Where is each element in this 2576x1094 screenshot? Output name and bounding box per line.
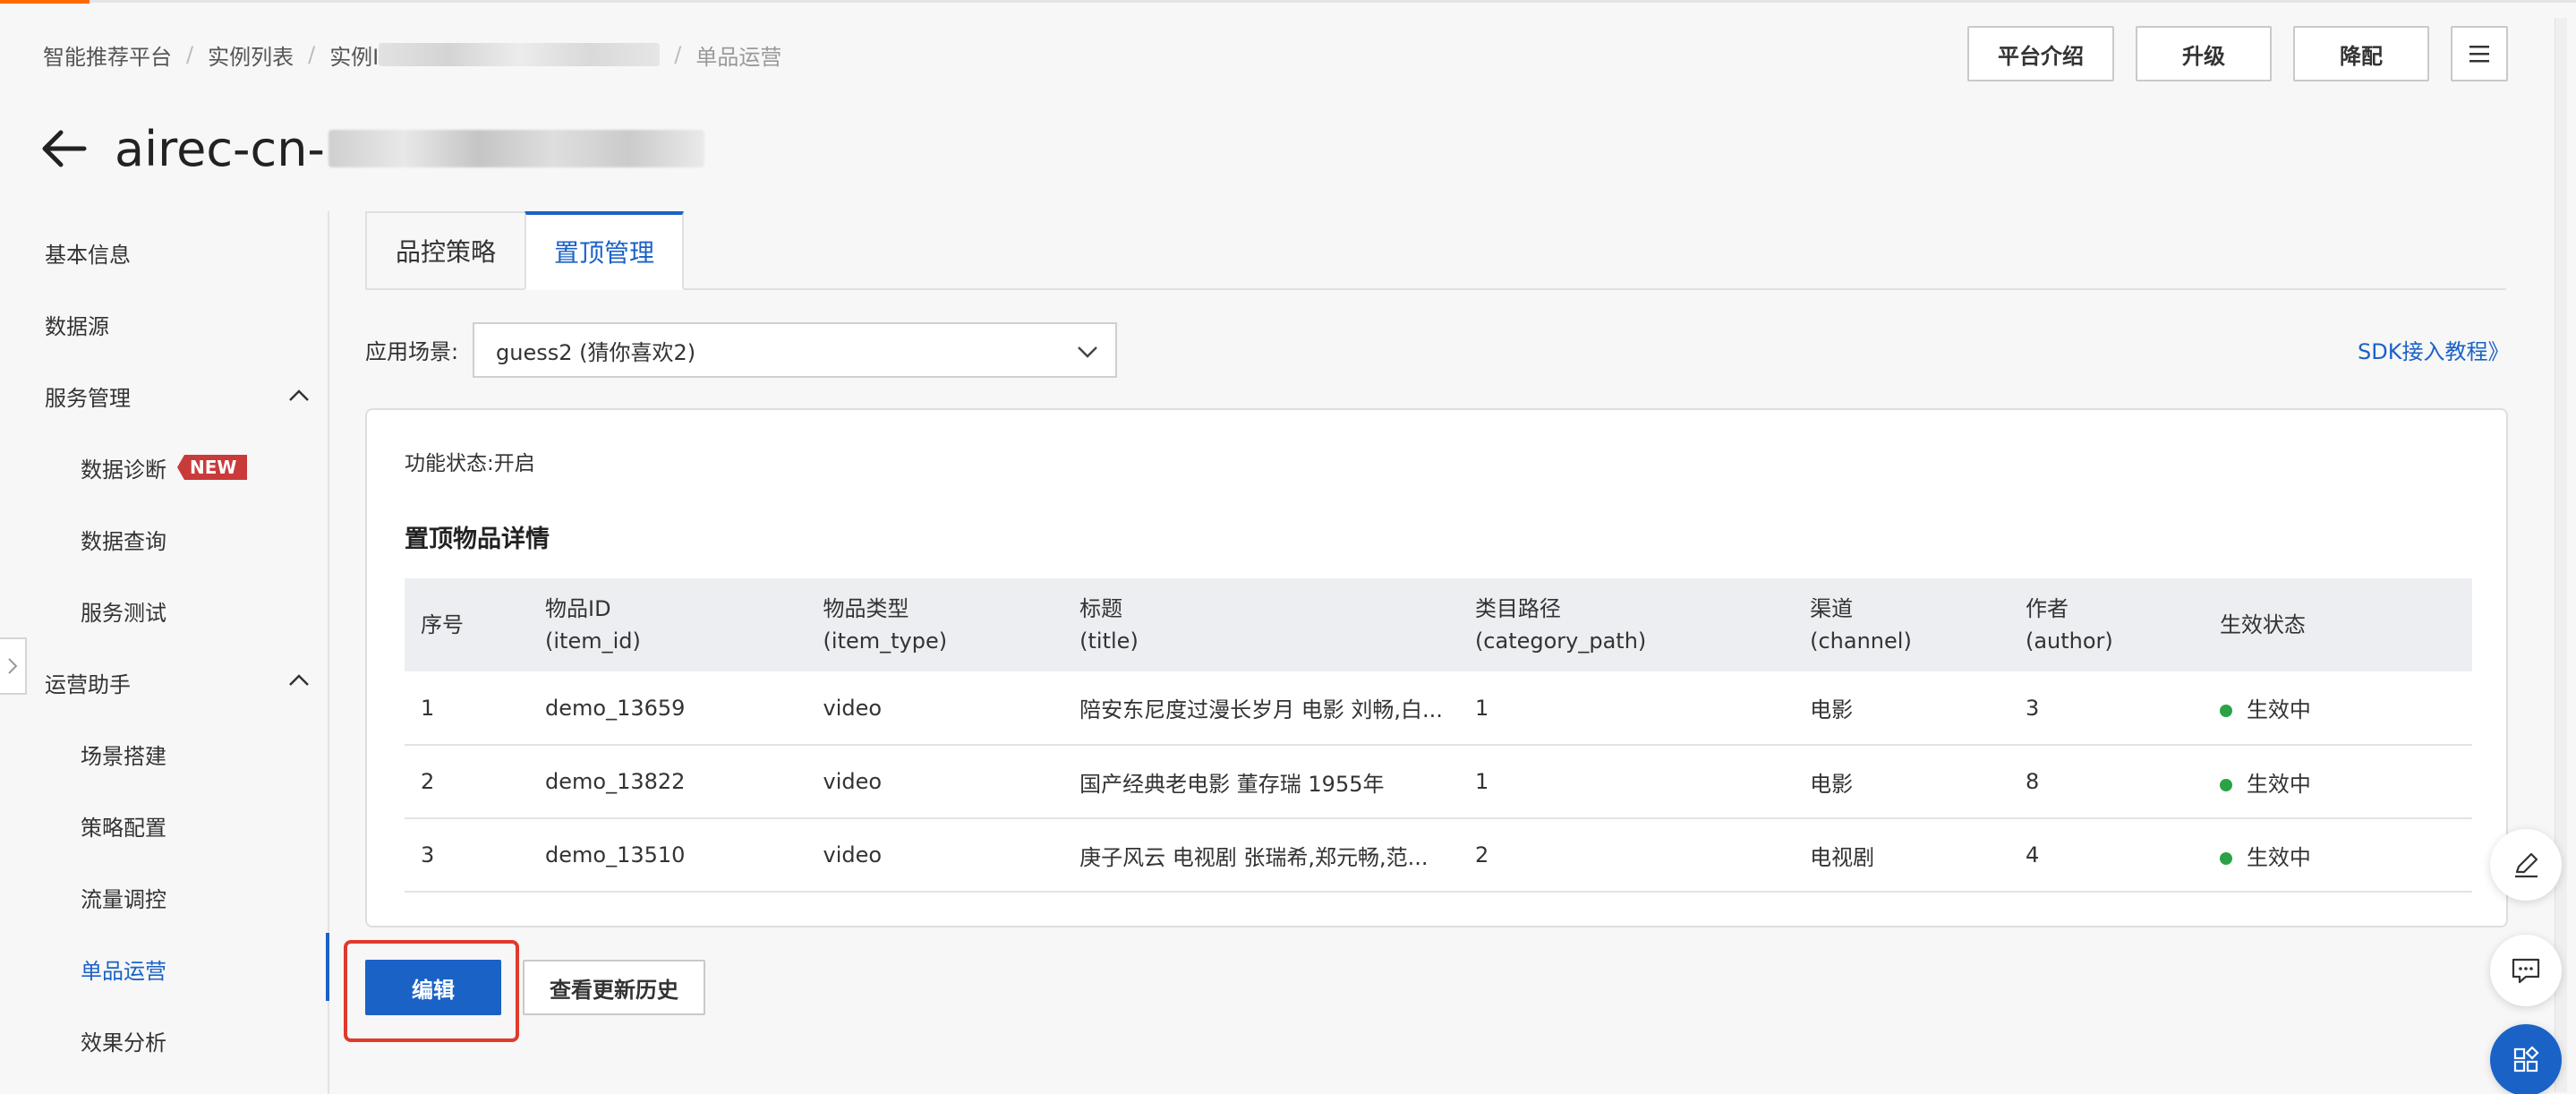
edit-feedback-button[interactable] <box>2490 829 2562 901</box>
sidebar-item-data-diagnosis[interactable]: 数据诊断 NEW <box>81 449 248 485</box>
sidebar-collapse-toggle[interactable] <box>0 637 27 695</box>
chat-bubble-icon <box>2512 958 2540 984</box>
breadcrumb-current: 单品运营 <box>695 44 782 70</box>
cell-channel: 电影 <box>1794 745 2009 819</box>
column-header: 渠道 (channel) <box>1794 578 2009 671</box>
top-border <box>90 0 2576 3</box>
table-row: 3 demo_13510 video 庚子风云 电视剧 张瑞希,郑元畅,范...… <box>405 818 2472 893</box>
sidebar-item-ops-assistant[interactable]: 运营助手 <box>45 664 131 700</box>
cell-author: 3 <box>2009 671 2204 746</box>
breadcrumb-separator: / <box>308 42 316 67</box>
cell-channel: 电视剧 <box>1794 818 2009 893</box>
pencil-icon <box>2515 852 2538 878</box>
sidebar-item-service-test[interactable]: 服务测试 <box>81 593 166 628</box>
pin-detail-panel: 功能状态:开启 置顶物品详情 序号 物品ID (item_id) 物品类型 (ite… <box>365 408 2508 927</box>
redacted-title <box>328 130 704 167</box>
sidebar-item-service-mgmt[interactable]: 服务管理 <box>45 378 131 414</box>
cell-index: 3 <box>405 818 530 893</box>
cell-author: 8 <box>2009 745 2204 819</box>
section-title: 置顶物品详情 <box>405 526 550 553</box>
sidebar-item-strategy-config[interactable]: 策略配置 <box>81 808 166 843</box>
top-accent-bar <box>0 0 90 4</box>
cell-status: 生效中 <box>2203 818 2472 893</box>
cell-title: 国产经典老电影 董存瑞 1955年 <box>1063 745 1459 819</box>
cell-title: 庚子风云 电视剧 张瑞希,郑元畅,范... <box>1063 818 1459 893</box>
sidebar-item-traffic-control[interactable]: 流量调控 <box>81 879 166 915</box>
cell-index: 1 <box>405 671 530 746</box>
breadcrumb-instance-list[interactable]: 实例列表 <box>208 39 294 71</box>
column-header: 序号 <box>405 578 530 671</box>
cell-status: 生效中 <box>2203 745 2472 819</box>
cell-item-type: video <box>806 671 1064 746</box>
downgrade-button[interactable]: 降配 <box>2293 26 2429 81</box>
breadcrumb-separator: / <box>674 42 682 67</box>
sidebar-item-single-item-ops[interactable]: 单品运营 <box>81 951 166 987</box>
breadcrumb-separator: / <box>186 42 194 67</box>
cell-category-path: 2 <box>1458 818 1795 893</box>
column-header: 作者 (author) <box>2009 578 2204 671</box>
platform-intro-button[interactable]: 平台介绍 <box>1967 26 2114 81</box>
new-badge: NEW <box>177 455 248 480</box>
sidebar-active-indicator <box>326 933 329 1001</box>
back-arrow-icon[interactable] <box>39 125 90 172</box>
cell-item-id: demo_13659 <box>529 671 807 746</box>
cell-item-id: demo_13510 <box>529 818 807 893</box>
sidebar-item-datasource[interactable]: 数据源 <box>45 306 109 342</box>
page-scrollbar[interactable] <box>2555 18 2567 1092</box>
column-header: 类目路径 (category_path) <box>1458 578 1795 671</box>
cell-category-path: 1 <box>1458 745 1795 819</box>
cell-item-id: demo_13822 <box>529 745 807 819</box>
chat-button[interactable] <box>2490 935 2562 1006</box>
sidebar-item-scene-build[interactable]: 场景搭建 <box>81 736 166 772</box>
pinned-items-table: 序号 物品ID (item_id) 物品类型 (item_type) 标题 (titl… <box>405 578 2472 893</box>
view-history-button[interactable]: 查看更新历史 <box>523 960 705 1015</box>
tab-quality-control[interactable]: 品控策略 <box>365 211 526 290</box>
sidebar-item-basic-info[interactable]: 基本信息 <box>45 235 131 270</box>
cell-title: 陪安东尼度过漫长岁月 电影 刘畅,白... <box>1063 671 1459 746</box>
status-dot-icon <box>2219 778 2232 791</box>
breadcrumb-platform[interactable]: 智能推荐平台 <box>43 39 172 71</box>
breadcrumb-instance[interactable]: 实例I <box>329 39 379 71</box>
menu-button[interactable] <box>2451 26 2508 81</box>
column-header: 物品类型 (item_type) <box>806 578 1064 671</box>
tabs-baseline <box>365 288 2506 290</box>
cell-channel: 电影 <box>1794 671 2009 746</box>
scene-select-value: guess2 (猜你喜欢2) <box>496 339 696 365</box>
sidebar-item-label: 数据诊断 <box>81 457 166 483</box>
cell-index: 2 <box>405 745 530 819</box>
upgrade-button[interactable]: 升级 <box>2136 26 2272 81</box>
page-title: airec-cn- <box>115 115 704 183</box>
edit-button[interactable]: 编辑 <box>365 960 501 1015</box>
apps-grid-icon <box>2513 1046 2539 1073</box>
table-row: 2 demo_13822 video 国产经典老电影 董存瑞 1955年 1 电… <box>405 745 2472 819</box>
menu-icon <box>2469 46 2489 63</box>
cell-item-type: video <box>806 745 1064 819</box>
instance-title: airec-cn- <box>115 120 325 177</box>
table-header-row: 序号 物品ID (item_id) 物品类型 (item_type) 标题 (titl… <box>405 578 2472 671</box>
chevron-right-icon <box>8 658 18 674</box>
sdk-tutorial-link[interactable]: SDK接入教程》 <box>2358 331 2509 367</box>
cell-author: 4 <box>2009 818 2204 893</box>
tab-pin-management[interactable]: 置顶管理 <box>525 211 684 290</box>
breadcrumb: 智能推荐平台 / 实例列表 / 实例I / 单品运营 <box>43 39 781 70</box>
table-row: 1 demo_13659 video 陪安东尼度过漫长岁月 电影 刘畅,白...… <box>405 671 2472 746</box>
chevron-down-icon <box>1078 346 1097 358</box>
function-status: 功能状态:开启 <box>405 452 535 475</box>
sidebar-item-effect-analysis[interactable]: 效果分析 <box>81 1022 166 1058</box>
scene-label: 应用场景: <box>365 338 459 364</box>
column-header: 生效状态 <box>2203 578 2472 671</box>
redacted-instance-id <box>379 43 661 66</box>
cell-category-path: 1 <box>1458 671 1795 746</box>
column-header: 标题 (title) <box>1063 578 1459 671</box>
cell-status: 生效中 <box>2203 671 2472 746</box>
status-dot-icon <box>2219 851 2232 865</box>
apps-button[interactable] <box>2490 1024 2562 1094</box>
sidebar-item-data-query[interactable]: 数据查询 <box>81 521 166 557</box>
chevron-up-icon[interactable] <box>286 668 311 693</box>
scene-select[interactable]: guess2 (猜你喜欢2) <box>473 322 1117 378</box>
status-dot-icon <box>2219 705 2232 717</box>
column-header: 物品ID (item_id) <box>529 578 807 671</box>
cell-item-type: video <box>806 818 1064 893</box>
chevron-up-icon[interactable] <box>286 383 311 408</box>
